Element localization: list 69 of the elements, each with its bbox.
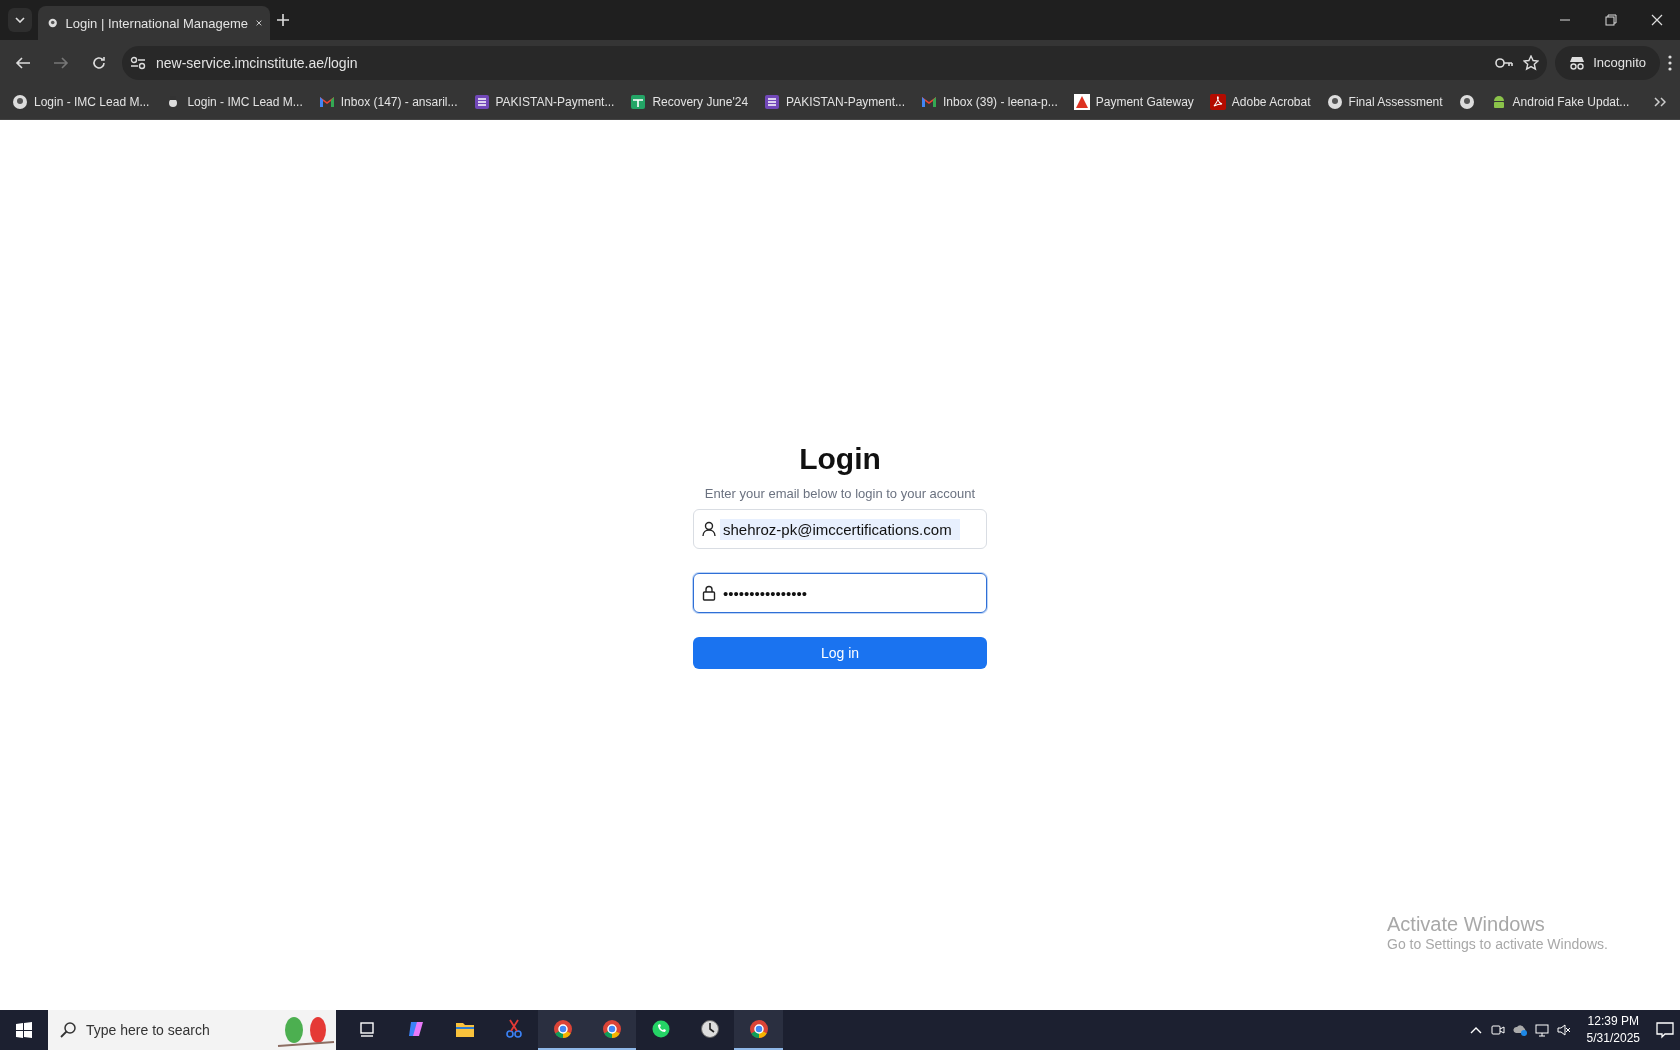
bookmark[interactable]: Final Assessment — [1320, 91, 1449, 113]
bookmark[interactable]: Recovery June'24 — [624, 91, 755, 113]
pdf-icon — [1209, 94, 1226, 110]
bookmark[interactable]: Payment Gateway — [1067, 91, 1200, 113]
taskbar-app-button[interactable] — [538, 1010, 587, 1050]
chrome-icon — [552, 1019, 573, 1039]
reload-icon[interactable] — [91, 54, 107, 71]
windows-logo-icon[interactable] — [16, 1022, 32, 1038]
bookmark[interactable]: PAKISTAN-Payment... — [467, 91, 621, 113]
browser-tab[interactable]: Login | International Manageme — [38, 6, 270, 40]
key-icon[interactable] — [1495, 56, 1514, 69]
star-icon[interactable] — [1523, 54, 1540, 71]
bookmark[interactable]: Inbox (39) - leena-p... — [915, 91, 1064, 113]
taskbar-app-button[interactable] — [587, 1010, 636, 1050]
chat-bubble-icon — [650, 1019, 671, 1039]
close-icon[interactable] — [1651, 14, 1663, 26]
incognito-icon — [1569, 55, 1586, 70]
close-icon[interactable] — [256, 18, 262, 28]
globe-icon — [1326, 94, 1343, 110]
globe-icon — [12, 94, 28, 110]
chevrons-right-icon[interactable] — [1654, 97, 1666, 107]
lock-icon — [702, 585, 716, 601]
spreadsheet-icon — [630, 94, 647, 110]
taskbar-app-button[interactable] — [734, 1010, 783, 1050]
incognito-button[interactable]: Incognito — [1555, 45, 1660, 80]
restore-icon[interactable] — [1605, 14, 1617, 26]
form-icon — [764, 94, 781, 110]
chrome-icon — [601, 1019, 622, 1039]
more-menu-icon[interactable] — [1668, 54, 1672, 71]
bookmark[interactable]: Android Fake Updat... — [1484, 91, 1636, 113]
address-bar[interactable]: new-service.imcinstitute.ae/login — [122, 45, 1548, 80]
clock-date: 5/31/2025 — [1586, 1030, 1640, 1047]
mail-icon — [318, 94, 335, 110]
bookmark[interactable]: Login - IMC Lead M... — [6, 91, 156, 113]
tab-title: Login | International Manageme — [65, 15, 249, 31]
triangle-logo-icon — [1073, 94, 1090, 110]
clock-time: 12:39 PM — [1586, 1013, 1640, 1030]
plus-icon[interactable] — [276, 13, 290, 27]
email-field[interactable]: shehroz-pk@imccertifications.com — [693, 509, 987, 549]
chrome-icon — [748, 1019, 769, 1039]
chevron-down-icon — [15, 17, 25, 23]
notification-icon[interactable] — [1656, 1021, 1674, 1039]
url-text: new-service.imcinstitute.ae/login — [156, 54, 359, 71]
bookmark[interactable]: Login - IMC Lead M... — [159, 91, 309, 113]
site-settings-icon[interactable] — [130, 55, 146, 70]
bookmark[interactable]: Inbox (147) - ansaril... — [312, 91, 464, 113]
form-icon — [473, 94, 490, 110]
password-field[interactable]: •••••••••••••••• — [693, 573, 987, 613]
search-icon — [60, 1022, 76, 1038]
network-icon[interactable] — [1534, 1023, 1549, 1037]
taskbar-search-field[interactable]: Type here to search — [48, 1010, 336, 1050]
user-icon — [702, 521, 716, 537]
login-button[interactable]: Log in — [693, 637, 987, 669]
mail-icon — [921, 94, 938, 110]
back-arrow-icon[interactable] — [15, 54, 31, 71]
forward-arrow-icon[interactable] — [53, 54, 69, 71]
speaker-muted-icon[interactable] — [1556, 1023, 1571, 1037]
bookmark[interactable]: Adobe Acrobat — [1203, 91, 1317, 113]
activation-message: Go to Settings to activate Windows. — [1387, 936, 1608, 952]
globe-icon — [1458, 94, 1475, 110]
bookmark[interactable]: PAKISTAN-Payment... — [758, 91, 912, 113]
login-subtitle: Enter your email below to login to your account — [704, 486, 976, 501]
activation-title: Activate Windows — [1387, 913, 1546, 936]
tab-search-button[interactable] — [8, 8, 32, 32]
camera-icon[interactable] — [1490, 1023, 1505, 1037]
cloud-icon[interactable] — [1512, 1023, 1527, 1037]
clock-icon — [699, 1019, 720, 1039]
scissors-icon — [503, 1019, 524, 1039]
login-heading: Login — [799, 442, 881, 476]
